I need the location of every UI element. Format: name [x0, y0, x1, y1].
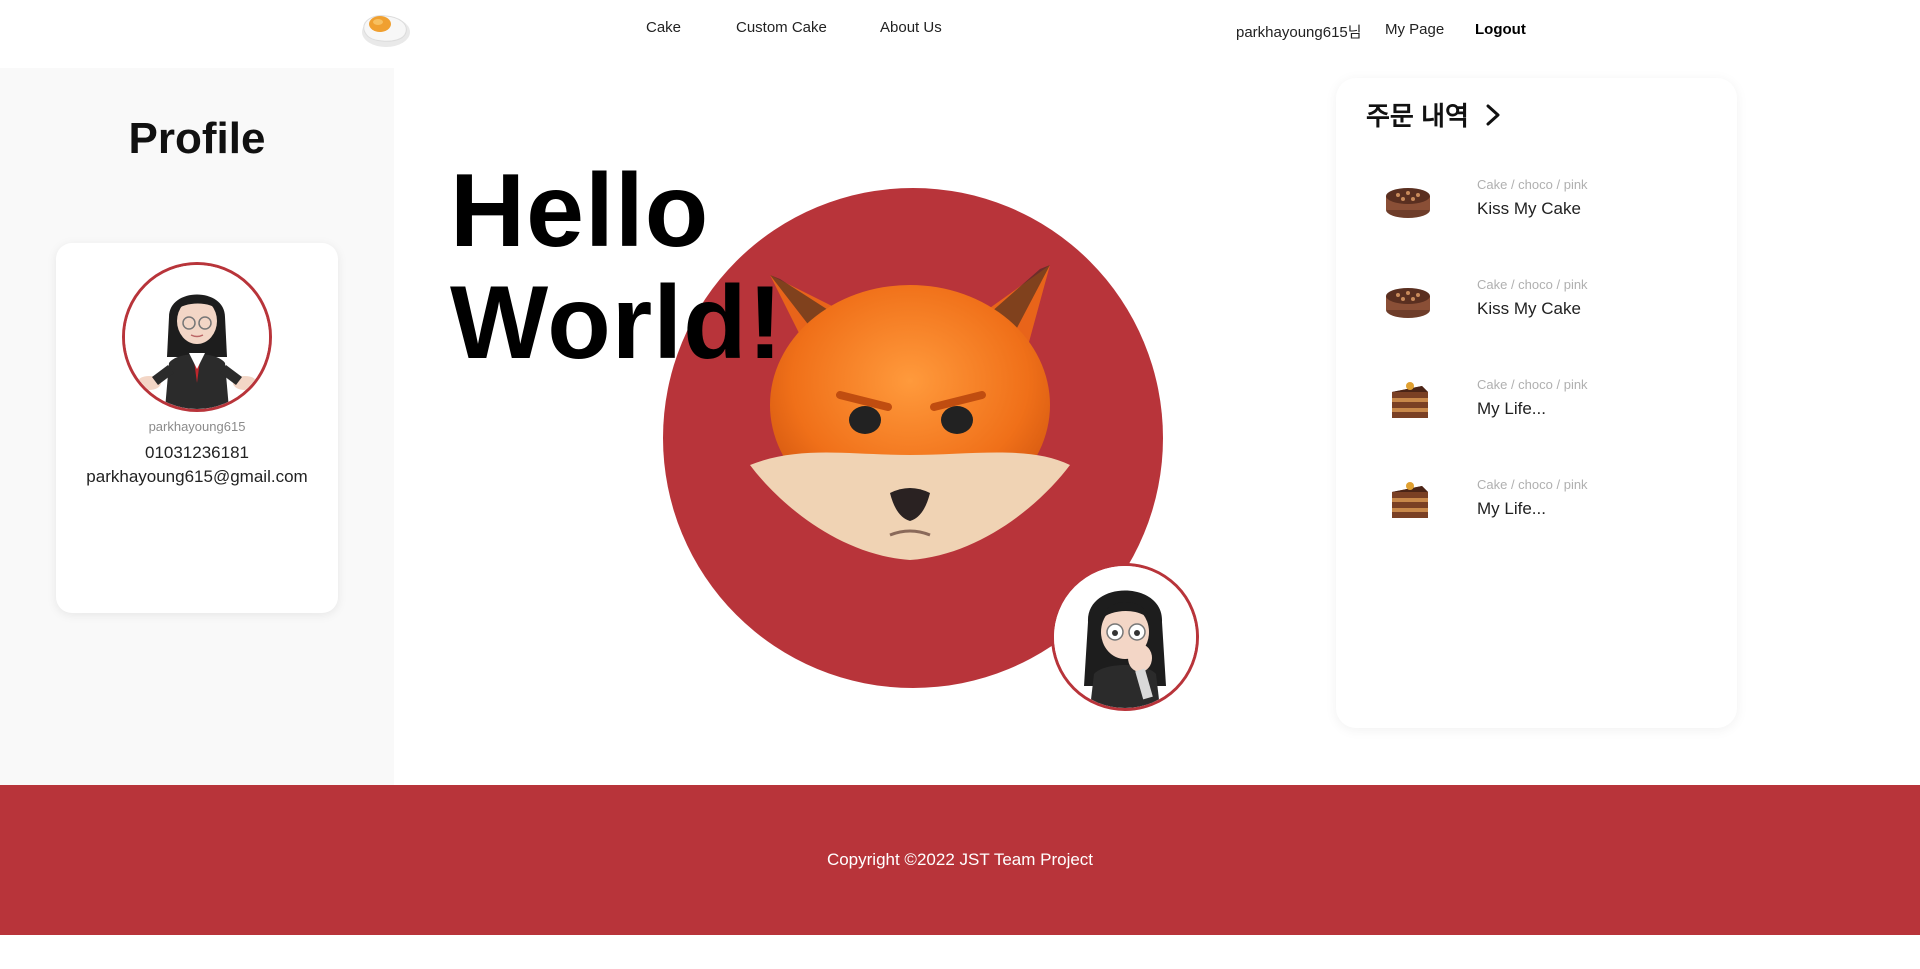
order-item-name: Kiss My Cake: [1477, 199, 1581, 218]
slice-cake-icon: [1392, 382, 1428, 418]
order-item-name: My Life...: [1477, 499, 1546, 518]
order-item-name: My Life...: [1477, 399, 1546, 418]
fox-face-icon: [750, 265, 1070, 560]
profile-panel: Profile parkhayoung615 01031236181 parkh…: [0, 68, 394, 785]
site-footer: Copyright ©2022 JST Team Project: [0, 785, 1920, 935]
profile-card: parkhayoung615 01031236181 parkhayoung61…: [56, 243, 338, 613]
my-page-link[interactable]: My Page: [1385, 21, 1444, 38]
hero-headline: Hello World!: [450, 155, 783, 379]
thinking-avatar-icon: [1054, 566, 1196, 708]
hero-line-2: World!: [450, 265, 784, 381]
hero-line-1: Hello: [450, 153, 710, 269]
round-cake-icon: [1386, 188, 1430, 218]
order-item-category: Cake / choco / pink: [1477, 177, 1588, 192]
round-cake-icon: [1386, 288, 1430, 318]
thinking-avatar: [1051, 563, 1199, 711]
nav-custom-cake-link[interactable]: Custom Cake: [736, 19, 827, 36]
order-history-title: 주문 내역: [1366, 101, 1469, 131]
fried-egg-logo-icon[interactable]: [356, 6, 412, 50]
order-item-category: Cake / choco / pink: [1477, 477, 1588, 492]
avatar: [122, 262, 272, 412]
meditating-avatar-icon: [125, 265, 269, 409]
copyright-text: Copyright ©2022 JST Team Project: [826, 850, 1094, 869]
order-item-category: Cake / choco / pink: [1477, 377, 1588, 392]
order-item[interactable]: Cake / choco / pink My Life...: [1336, 464, 1737, 554]
nav-cake-link[interactable]: Cake: [646, 19, 681, 36]
profile-title: Profile: [128, 114, 266, 163]
top-header: Cake Custom Cake About Us parkhayoung615…: [0, 0, 1920, 64]
profile-phone: 01031236181: [144, 443, 249, 462]
profile-username: parkhayoung615: [148, 419, 246, 434]
order-item-category: Cake / choco / pink: [1477, 277, 1588, 292]
nav-about-us-link[interactable]: About Us: [880, 19, 942, 36]
order-item[interactable]: Cake / choco / pink Kiss My Cake: [1336, 164, 1737, 254]
slice-cake-icon: [1392, 482, 1428, 518]
order-item[interactable]: Cake / choco / pink Kiss My Cake: [1336, 264, 1737, 354]
chevron-right-icon[interactable]: [1485, 104, 1501, 126]
profile-email: parkhayoung615@gmail.com: [86, 467, 308, 486]
user-greeting[interactable]: parkhayoung615님: [1236, 21, 1362, 42]
order-history-header[interactable]: 주문 내역: [1366, 96, 1501, 133]
order-item-name: Kiss My Cake: [1477, 299, 1581, 318]
order-history-panel: 주문 내역 Cake / choco / pink Kiss My Cake C…: [1336, 78, 1737, 728]
logout-link[interactable]: Logout: [1475, 21, 1526, 38]
order-item[interactable]: Cake / choco / pink My Life...: [1336, 364, 1737, 454]
